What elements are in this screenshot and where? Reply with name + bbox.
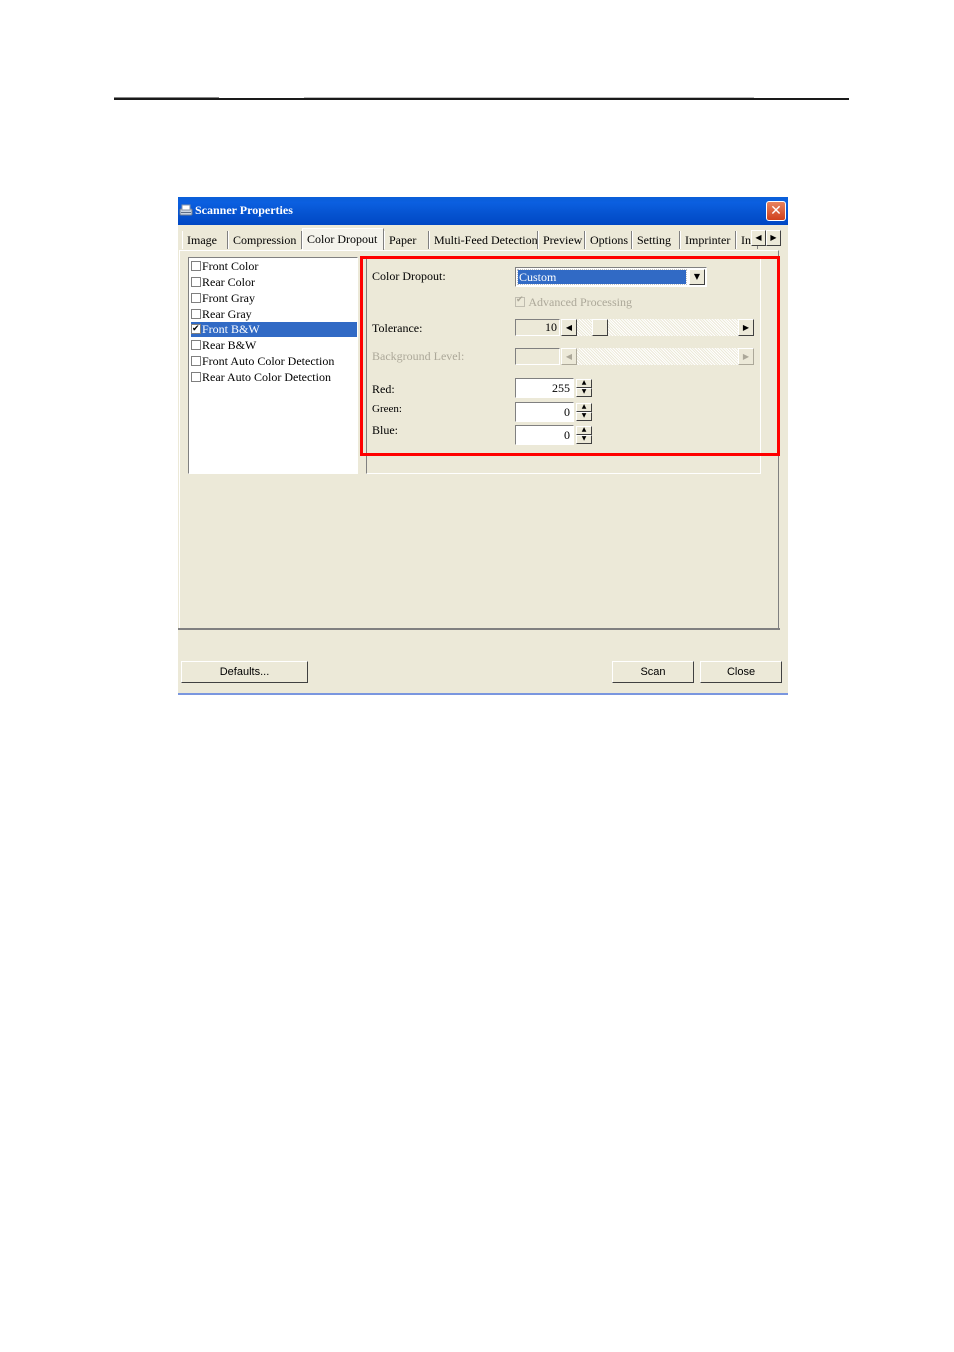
spin-up-button[interactable]: ▲ bbox=[576, 379, 592, 388]
image-type-list[interactable]: Front Color Rear Color Front Gray Rear G… bbox=[188, 257, 358, 474]
checkbox[interactable] bbox=[191, 277, 201, 287]
checkbox[interactable] bbox=[191, 340, 201, 350]
spin-down-button[interactable]: ▼ bbox=[576, 435, 592, 444]
tab-setting[interactable]: Setting bbox=[632, 231, 680, 249]
left-arrow-icon: ◀ bbox=[565, 352, 573, 361]
advanced-processing-checkbox[interactable]: Advanced Processing bbox=[515, 295, 632, 310]
checkbox[interactable] bbox=[191, 261, 201, 271]
up-arrow-icon: ▲ bbox=[581, 426, 587, 433]
list-item-front-gray[interactable]: Front Gray bbox=[191, 291, 357, 306]
tab-image[interactable]: Image bbox=[182, 231, 228, 249]
chevron-down-icon: ▼ bbox=[693, 272, 701, 281]
tab-paper[interactable]: Paper bbox=[384, 231, 429, 249]
checkbox[interactable] bbox=[191, 372, 201, 382]
green-input[interactable]: 0 bbox=[515, 402, 574, 422]
dropdown-button[interactable]: ▼ bbox=[689, 269, 705, 285]
red-label: Red: bbox=[372, 382, 395, 396]
up-arrow-icon: ▲ bbox=[581, 403, 587, 410]
tolerance-increase-button[interactable]: ▶ bbox=[738, 319, 754, 336]
list-item-rear-auto-color[interactable]: Rear Auto Color Detection bbox=[191, 370, 357, 385]
green-label: Green: bbox=[372, 403, 402, 415]
scanner-properties-window: Scanner Properties ✕ Image Compression C… bbox=[178, 197, 788, 695]
list-item-front-auto-color[interactable]: Front Auto Color Detection bbox=[191, 354, 357, 369]
spin-down-button[interactable]: ▼ bbox=[576, 412, 592, 421]
tolerance-label: Tolerance: bbox=[372, 321, 423, 335]
close-icon: ✕ bbox=[770, 203, 782, 219]
list-item-rear-bw[interactable]: Rear B&W bbox=[191, 338, 357, 353]
list-item-rear-color[interactable]: Rear Color bbox=[191, 275, 357, 290]
checkbox[interactable] bbox=[191, 356, 201, 366]
close-button[interactable]: Close bbox=[700, 661, 782, 683]
checkbox-checked[interactable] bbox=[191, 322, 201, 337]
tab-page-bottom-border bbox=[178, 628, 780, 630]
page-header-rule bbox=[114, 97, 849, 100]
blue-spinner[interactable]: ▲ ▼ bbox=[576, 426, 592, 444]
tab-strip: Image Compression Color Dropout Paper Mu… bbox=[182, 228, 784, 250]
down-arrow-icon: ▼ bbox=[581, 388, 587, 395]
tab-options[interactable]: Options bbox=[585, 231, 632, 249]
background-level-increase-button[interactable]: ▶ bbox=[738, 348, 754, 365]
list-item-front-color[interactable]: Front Color bbox=[191, 259, 357, 274]
red-spinner[interactable]: ▲ ▼ bbox=[576, 379, 592, 397]
left-arrow-icon: ◀ bbox=[755, 233, 762, 242]
tab-multi-feed-detection[interactable]: Multi-Feed Detection bbox=[429, 231, 538, 249]
down-arrow-icon: ▼ bbox=[581, 435, 587, 442]
right-arrow-icon: ▶ bbox=[742, 352, 750, 361]
tab-imprinter[interactable]: Imprinter bbox=[680, 231, 736, 249]
checkbox-disabled bbox=[515, 295, 525, 307]
color-dropout-select[interactable]: Custom ▼ bbox=[515, 267, 707, 287]
list-item-front-bw[interactable]: Front B&W bbox=[191, 322, 357, 337]
up-arrow-icon: ▲ bbox=[581, 379, 587, 386]
tab-scroll-right-button[interactable]: ▶ bbox=[766, 230, 781, 246]
background-level-slider-track[interactable] bbox=[577, 348, 738, 365]
scan-button[interactable]: Scan bbox=[612, 661, 694, 683]
red-input[interactable]: 255 bbox=[515, 378, 574, 398]
list-item-rear-gray[interactable]: Rear Gray bbox=[191, 307, 357, 322]
title-bar[interactable]: Scanner Properties ✕ bbox=[178, 197, 788, 225]
tab-scroll-left-button[interactable]: ◀ bbox=[751, 230, 766, 246]
blue-input[interactable]: 0 bbox=[515, 425, 574, 445]
checkbox[interactable] bbox=[191, 293, 201, 303]
color-dropout-value: Custom bbox=[517, 269, 687, 285]
tolerance-value: 10 bbox=[515, 319, 560, 336]
tolerance-slider-thumb[interactable] bbox=[592, 319, 608, 336]
window-title: Scanner Properties bbox=[195, 203, 293, 217]
background-level-decrease-button[interactable]: ◀ bbox=[561, 348, 577, 365]
tolerance-slider-track[interactable] bbox=[577, 319, 738, 336]
spin-up-button[interactable]: ▲ bbox=[576, 426, 592, 435]
tab-preview[interactable]: Preview bbox=[538, 231, 585, 249]
tab-compression[interactable]: Compression bbox=[228, 231, 302, 249]
tab-color-dropout[interactable]: Color Dropout bbox=[302, 228, 384, 250]
background-level-value bbox=[515, 348, 560, 365]
spin-down-button[interactable]: ▼ bbox=[576, 388, 592, 397]
checkbox[interactable] bbox=[191, 309, 201, 319]
close-window-button[interactable]: ✕ bbox=[766, 201, 786, 221]
right-arrow-icon: ▶ bbox=[742, 323, 750, 332]
background-level-label: Background Level: bbox=[372, 349, 465, 363]
left-arrow-icon: ◀ bbox=[565, 323, 573, 332]
green-spinner[interactable]: ▲ ▼ bbox=[576, 403, 592, 421]
right-arrow-icon: ▶ bbox=[770, 233, 777, 242]
advanced-processing-label: Advanced Processing bbox=[528, 295, 632, 309]
color-dropout-label: Color Dropout: bbox=[372, 269, 446, 283]
defaults-button[interactable]: Defaults... bbox=[181, 661, 308, 683]
down-arrow-icon: ▼ bbox=[581, 412, 587, 419]
scanner-icon bbox=[179, 204, 193, 216]
spin-up-button[interactable]: ▲ bbox=[576, 403, 592, 412]
tolerance-decrease-button[interactable]: ◀ bbox=[561, 319, 577, 336]
blue-label: Blue: bbox=[372, 423, 398, 437]
